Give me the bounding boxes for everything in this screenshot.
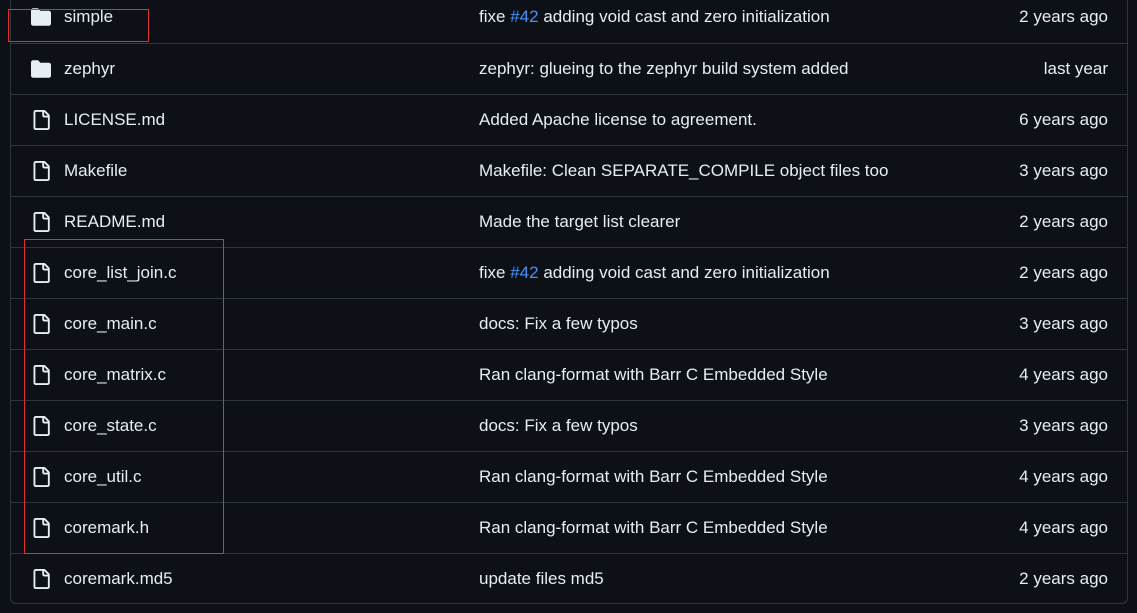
commit-message[interactable]: fixe #42 adding void cast and zero initi… xyxy=(479,263,830,283)
commit-message[interactable]: zephyr: glueing to the zephyr build syst… xyxy=(479,59,849,79)
folder-name-link[interactable]: zephyr xyxy=(64,59,115,79)
file-icon xyxy=(31,467,51,487)
commit-date: 2 years ago xyxy=(1019,263,1108,282)
file-row[interactable]: coremark.h Ran clang-format with Barr C … xyxy=(11,502,1127,553)
commit-message[interactable]: fixe #42 adding void cast and zero initi… xyxy=(479,7,830,27)
file-name-link[interactable]: core_list_join.c xyxy=(64,263,176,283)
commit-date: 3 years ago xyxy=(1019,314,1108,333)
commit-message[interactable]: Makefile: Clean SEPARATE_COMPILE object … xyxy=(479,161,888,181)
file-icon xyxy=(31,518,51,538)
folder-icon xyxy=(31,59,51,79)
folder-icon xyxy=(31,7,51,27)
commit-message-text[interactable]: Ran clang-format with Barr C Embedded St… xyxy=(479,467,828,486)
commit-message[interactable]: Ran clang-format with Barr C Embedded St… xyxy=(479,467,828,487)
commit-date: 2 years ago xyxy=(1019,569,1108,588)
file-icon xyxy=(31,161,51,181)
file-name-link[interactable]: Makefile xyxy=(64,161,127,181)
commit-message[interactable]: Ran clang-format with Barr C Embedded St… xyxy=(479,365,828,385)
commit-date: 3 years ago xyxy=(1019,161,1108,180)
file-row[interactable]: Makefile Makefile: Clean SEPARATE_COMPIL… xyxy=(11,145,1127,196)
commit-date: 4 years ago xyxy=(1019,467,1108,486)
issue-link[interactable]: #42 xyxy=(510,263,538,282)
commit-message-text[interactable]: docs: Fix a few typos xyxy=(479,416,638,435)
file-name-link[interactable]: core_state.c xyxy=(64,416,157,436)
commit-message-text[interactable]: update files md5 xyxy=(479,569,604,588)
file-icon xyxy=(31,416,51,436)
commit-message-text[interactable]: adding void cast and zero initialization xyxy=(543,7,829,26)
file-name-link[interactable]: core_util.c xyxy=(64,467,141,487)
commit-message[interactable]: Made the target list clearer xyxy=(479,212,680,232)
commit-message-text[interactable]: Made the target list clearer xyxy=(479,212,680,231)
file-name-link[interactable]: core_matrix.c xyxy=(64,365,166,385)
commit-message-text[interactable]: Ran clang-format with Barr C Embedded St… xyxy=(479,518,828,537)
file-icon xyxy=(31,263,51,283)
file-row[interactable]: core_list_join.c fixe #42 adding void ca… xyxy=(11,247,1127,298)
commit-message-text[interactable]: docs: Fix a few typos xyxy=(479,314,638,333)
commit-message-text[interactable]: fixe xyxy=(479,263,505,282)
commit-date: 2 years ago xyxy=(1019,212,1108,231)
file-row[interactable]: README.md Made the target list clearer 2… xyxy=(11,196,1127,247)
file-icon xyxy=(31,212,51,232)
commit-message[interactable]: docs: Fix a few typos xyxy=(479,314,638,334)
commit-date: 4 years ago xyxy=(1019,365,1108,384)
commit-message-text[interactable]: adding void cast and zero initialization xyxy=(543,263,829,282)
file-row[interactable]: core_matrix.c Ran clang-format with Barr… xyxy=(11,349,1127,400)
commit-message-text[interactable]: zephyr: glueing to the zephyr build syst… xyxy=(479,59,849,78)
file-name-link[interactable]: coremark.md5 xyxy=(64,569,173,589)
file-row[interactable]: core_util.c Ran clang-format with Barr C… xyxy=(11,451,1127,502)
file-row[interactable]: coremark.md5 update files md5 2 years ag… xyxy=(11,553,1127,603)
folder-name-link[interactable]: simple xyxy=(64,7,113,27)
commit-message-text[interactable]: Makefile: Clean SEPARATE_COMPILE object … xyxy=(479,161,888,180)
repo-file-browser: simple fixe #42 adding void cast and zer… xyxy=(0,0,1137,613)
file-icon xyxy=(31,569,51,589)
file-row[interactable]: zephyr zephyr: glueing to the zephyr bui… xyxy=(11,43,1127,94)
commit-date: 4 years ago xyxy=(1019,518,1108,537)
file-icon xyxy=(31,365,51,385)
commit-date: 2 years ago xyxy=(1019,7,1108,26)
file-icon xyxy=(31,110,51,130)
commit-message[interactable]: update files md5 xyxy=(479,569,604,589)
commit-message-text[interactable]: fixe xyxy=(479,7,505,26)
commit-message[interactable]: Added Apache license to agreement. xyxy=(479,110,757,130)
commit-date: last year xyxy=(1043,59,1108,78)
file-icon xyxy=(31,314,51,334)
file-name-link[interactable]: core_main.c xyxy=(64,314,157,334)
file-list: simple fixe #42 adding void cast and zer… xyxy=(10,0,1128,604)
commit-message[interactable]: Ran clang-format with Barr C Embedded St… xyxy=(479,518,828,538)
commit-message-text[interactable]: Added Apache license to agreement. xyxy=(479,110,757,129)
file-name-link[interactable]: README.md xyxy=(64,212,165,232)
commit-date: 6 years ago xyxy=(1019,110,1108,129)
commit-date: 3 years ago xyxy=(1019,416,1108,435)
file-row[interactable]: core_main.c docs: Fix a few typos 3 year… xyxy=(11,298,1127,349)
commit-message[interactable]: docs: Fix a few typos xyxy=(479,416,638,436)
file-row[interactable]: LICENSE.md Added Apache license to agree… xyxy=(11,94,1127,145)
file-name-link[interactable]: LICENSE.md xyxy=(64,110,165,130)
file-row[interactable]: simple fixe #42 adding void cast and zer… xyxy=(11,0,1127,43)
commit-message-text[interactable]: Ran clang-format with Barr C Embedded St… xyxy=(479,365,828,384)
issue-link[interactable]: #42 xyxy=(510,7,538,26)
file-name-link[interactable]: coremark.h xyxy=(64,518,149,538)
file-row[interactable]: core_state.c docs: Fix a few typos 3 yea… xyxy=(11,400,1127,451)
